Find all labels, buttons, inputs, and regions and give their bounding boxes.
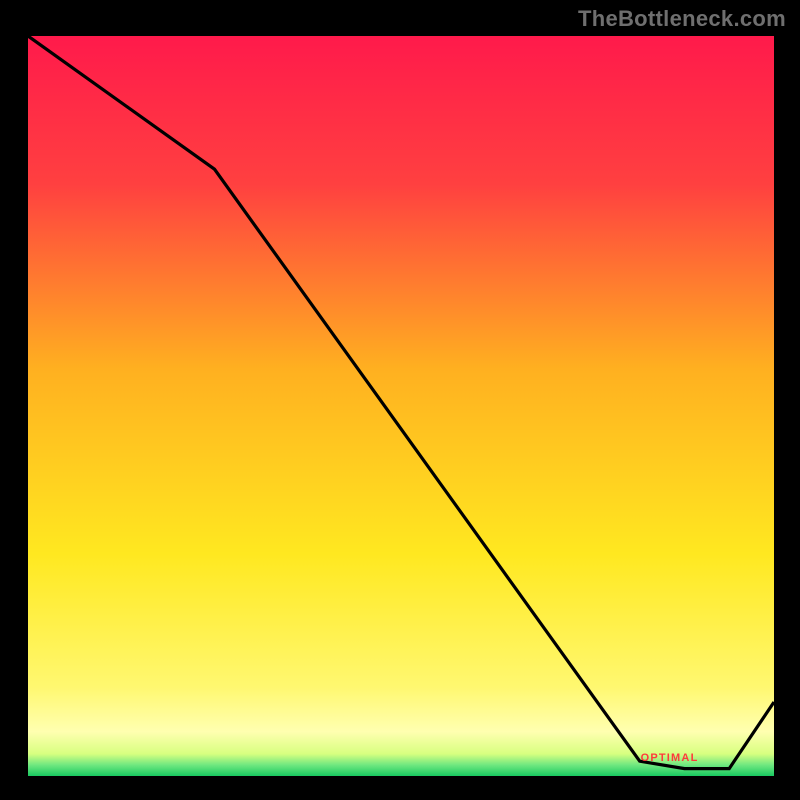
watermark-text: TheBottleneck.com — [578, 6, 786, 32]
plot-area: OPTIMAL — [28, 36, 774, 776]
chart-svg: OPTIMAL — [28, 36, 774, 776]
chart-frame: TheBottleneck.com OPTIMAL — [0, 0, 800, 800]
gradient-background — [28, 36, 774, 776]
optimal-label: OPTIMAL — [641, 752, 699, 764]
